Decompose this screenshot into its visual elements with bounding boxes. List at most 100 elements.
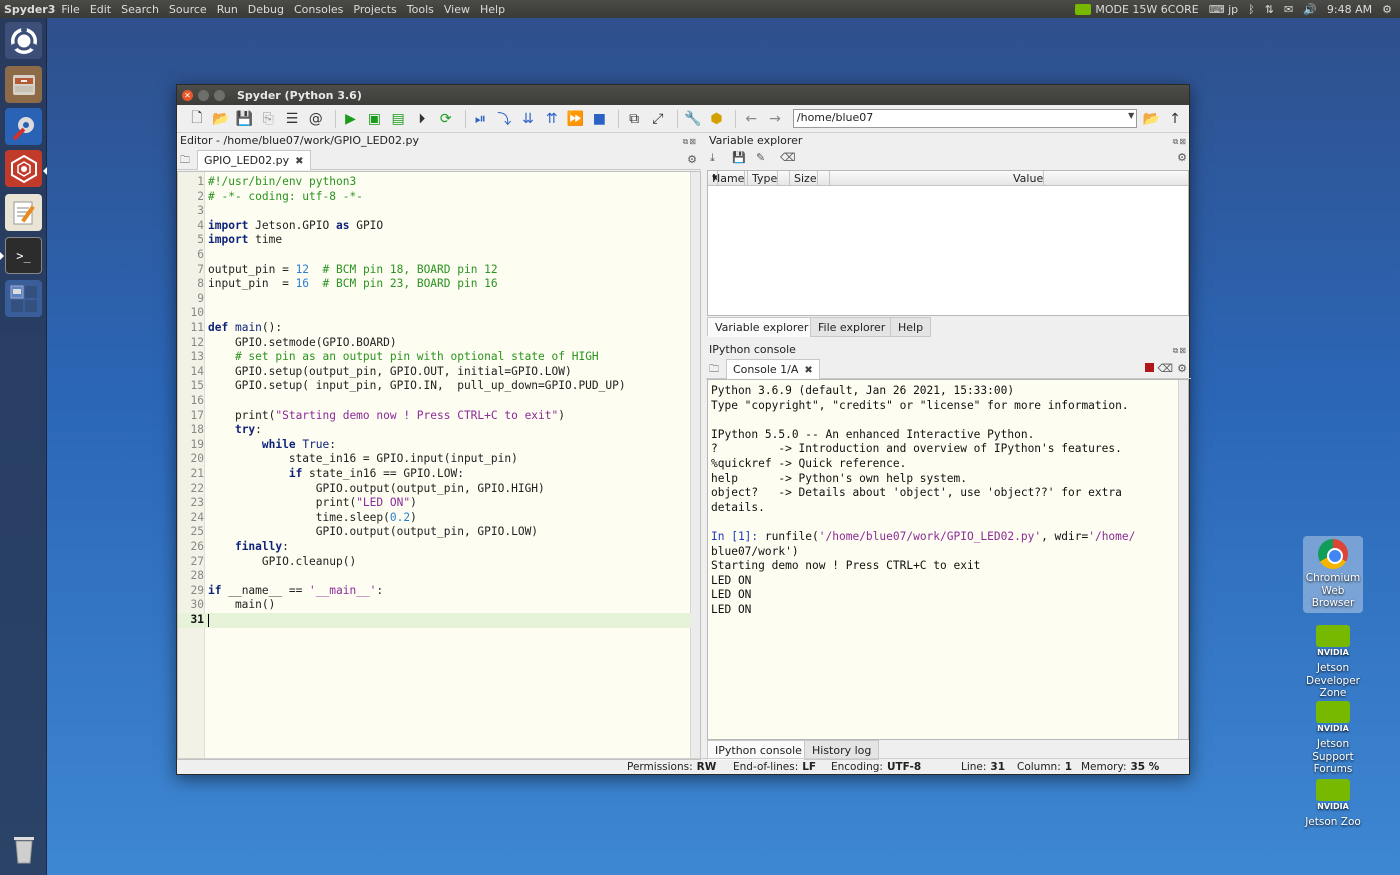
forward-arrow-icon[interactable]: → xyxy=(765,109,785,129)
browse-tabs-icon[interactable]: 🗀 xyxy=(709,362,719,379)
menu-search[interactable]: Search xyxy=(121,3,159,16)
at-symbol-icon[interactable]: @ xyxy=(306,109,326,129)
active-app-name[interactable]: Spyder3 xyxy=(0,3,55,16)
menu-edit[interactable]: Edit xyxy=(90,3,111,16)
tab-variable-explorer[interactable]: Variable explorer xyxy=(707,317,817,337)
menu-debug[interactable]: Debug xyxy=(248,3,284,16)
code-line[interactable]: 7 output_pin = 12 # BCM pin 18, BOARD pin… xyxy=(178,263,691,278)
settings-tools-icon[interactable] xyxy=(5,108,42,145)
run-cell-advance-icon[interactable]: ▤ xyxy=(388,109,408,129)
save-all-icon[interactable]: ⎘ xyxy=(258,109,278,129)
trash-icon[interactable] xyxy=(5,830,42,867)
code-line[interactable]: 21 if state_in16 == GPIO.LOW: xyxy=(178,467,691,482)
tab-file-explorer[interactable]: File explorer xyxy=(810,317,894,337)
workspaces-icon[interactable] xyxy=(5,280,42,317)
keyboard-indicator[interactable]: ⌨ jp xyxy=(1209,3,1238,16)
network-icon[interactable]: ⇅ xyxy=(1265,3,1274,16)
close-icon[interactable]: ✕ xyxy=(182,89,193,101)
code-line[interactable]: 4 import Jetson.GPIO as GPIO xyxy=(178,219,691,234)
run-selection-icon[interactable]: ⏵ xyxy=(412,109,432,129)
continue-icon[interactable]: ⏩ xyxy=(566,109,586,129)
run-cell-icon[interactable]: ▣ xyxy=(364,109,384,129)
code-line[interactable]: 26 finally: xyxy=(178,540,691,555)
menu-file[interactable]: File xyxy=(61,3,79,16)
code-line[interactable]: 3 xyxy=(178,204,691,219)
fullscreen-icon[interactable]: ⤢ xyxy=(648,109,668,129)
console-tab[interactable]: Console 1/A ✖ xyxy=(726,359,820,379)
clock[interactable]: 9:48 AM xyxy=(1327,3,1372,16)
step-into-icon[interactable]: ⇊ xyxy=(518,109,538,129)
import-data-icon[interactable]: ⤓ xyxy=(710,151,715,165)
desktop-icon-developer-zone[interactable]: Jetson Developer Zone xyxy=(1303,620,1363,700)
volume-icon[interactable]: 🔊 xyxy=(1303,3,1317,16)
new-file-icon[interactable]: 🗋 xyxy=(187,109,207,129)
save-data-icon[interactable]: 💾 xyxy=(732,151,746,164)
erase-icon[interactable]: ⌫ xyxy=(780,151,796,164)
code-line[interactable]: 22 GPIO.output(output_pin, GPIO.HIGH) xyxy=(178,482,691,497)
desktop-icon-chromium[interactable]: Chromium Web Browser xyxy=(1303,536,1363,613)
menu-run[interactable]: Run xyxy=(217,3,238,16)
code-line[interactable]: 14 GPIO.setup(output_pin, GPIO.OUT, init… xyxy=(178,365,691,380)
working-directory-input[interactable]: /home/blue07 ▼ xyxy=(792,109,1138,128)
code-line[interactable]: 31 xyxy=(178,613,691,628)
debug-icon[interactable]: ⏯ xyxy=(471,109,491,129)
code-line[interactable]: 1 #!/usr/bin/env python3 xyxy=(178,175,691,190)
code-line[interactable]: 13 # set pin as an output pin with optio… xyxy=(178,350,691,365)
column-header-type[interactable]: Type xyxy=(748,171,790,186)
column-header-size[interactable]: Size xyxy=(790,171,830,186)
code-line[interactable]: 24 time.sleep(0.2) xyxy=(178,511,691,526)
close-tab-icon[interactable]: ✖ xyxy=(804,365,812,376)
save-icon[interactable]: 💾 xyxy=(235,109,255,129)
open-file-icon[interactable]: 📂 xyxy=(211,109,231,129)
ubuntu-logo-icon[interactable] xyxy=(5,22,42,59)
mail-icon[interactable]: ✉ xyxy=(1284,3,1293,16)
list-icon[interactable]: ☰ xyxy=(282,109,302,129)
desktop-icon-jetson-zoo[interactable]: Jetson Zoo xyxy=(1303,774,1363,829)
code-editor[interactable]: 1 #!/usr/bin/env python3 2 # -*- coding: ut… xyxy=(177,171,701,760)
code-line[interactable]: 15 GPIO.setup( input_pin, GPIO.IN, pull_… xyxy=(178,379,691,394)
code-line[interactable]: 2 # -*- coding: utf-8 -*- xyxy=(178,190,691,205)
chevron-down-icon[interactable]: ▼ xyxy=(1128,111,1134,120)
code-line[interactable]: 29 if __name__ == '__main__': xyxy=(178,584,691,599)
bluetooth-icon[interactable]: ᛒ xyxy=(1248,3,1255,16)
code-line[interactable]: 23 print("LED ON") xyxy=(178,496,691,511)
editor-scrollbar[interactable] xyxy=(690,172,700,759)
power-mode-indicator[interactable]: MODE 15W 6CORE xyxy=(1075,3,1199,16)
pane-undock-close-icon[interactable]: ⧉⊠ xyxy=(1173,343,1187,358)
browse-tabs-icon[interactable]: 🗀 xyxy=(180,153,190,170)
step-icon[interactable]: ⤵ xyxy=(494,109,514,129)
code-line[interactable]: 28 xyxy=(178,569,691,584)
column-header-name[interactable]: Name ▼ xyxy=(708,171,748,186)
code-line[interactable]: 11 def main(): xyxy=(178,321,691,336)
desktop-icon-support-forums[interactable]: Jetson Support Forums xyxy=(1303,696,1363,776)
pane-undock-close-icon[interactable]: ⧉⊠ xyxy=(1173,134,1187,149)
gear-icon[interactable]: ⚙ xyxy=(1382,3,1392,16)
code-line[interactable]: 6 xyxy=(178,248,691,263)
rerun-icon[interactable]: ⟳ xyxy=(436,109,456,129)
menu-consoles[interactable]: Consoles xyxy=(294,3,343,16)
code-line[interactable]: 17 print("Starting demo now ! Press CTRL… xyxy=(178,409,691,424)
browse-folder-icon[interactable]: 📂 xyxy=(1141,109,1161,129)
file-cabinet-icon[interactable] xyxy=(5,66,42,103)
editor-options-gear-icon[interactable]: ⚙ xyxy=(687,153,697,166)
code-line[interactable]: 9 xyxy=(178,292,691,307)
code-line[interactable]: 16 xyxy=(178,394,691,409)
text-editor-icon[interactable] xyxy=(5,194,42,231)
maximize-icon[interactable] xyxy=(214,89,225,101)
maximize-pane-icon[interactable]: ⧉ xyxy=(624,109,644,129)
code-line[interactable]: 18 try: xyxy=(178,423,691,438)
back-arrow-icon[interactable]: ← xyxy=(741,109,761,129)
minimize-icon[interactable] xyxy=(198,89,209,101)
tab-help[interactable]: Help xyxy=(890,317,932,337)
code-line[interactable]: 30 main() xyxy=(178,598,691,613)
console-options-gear-icon[interactable]: ⚙ xyxy=(1177,362,1187,375)
code-line[interactable]: 10 xyxy=(178,306,691,321)
step-return-icon[interactable]: ⇈ xyxy=(542,109,562,129)
menu-help[interactable]: Help xyxy=(480,3,505,16)
pane-undock-close-icon[interactable]: ⧉⊠ xyxy=(683,134,697,149)
spyder-web-icon[interactable] xyxy=(5,150,42,187)
terminal-icon[interactable]: >_ xyxy=(5,237,42,274)
code-line[interactable]: 12 GPIO.setmode(GPIO.BOARD) xyxy=(178,336,691,351)
stop-kernel-icon[interactable] xyxy=(1145,363,1154,372)
tab-ipython-console[interactable]: IPython console xyxy=(707,740,810,760)
